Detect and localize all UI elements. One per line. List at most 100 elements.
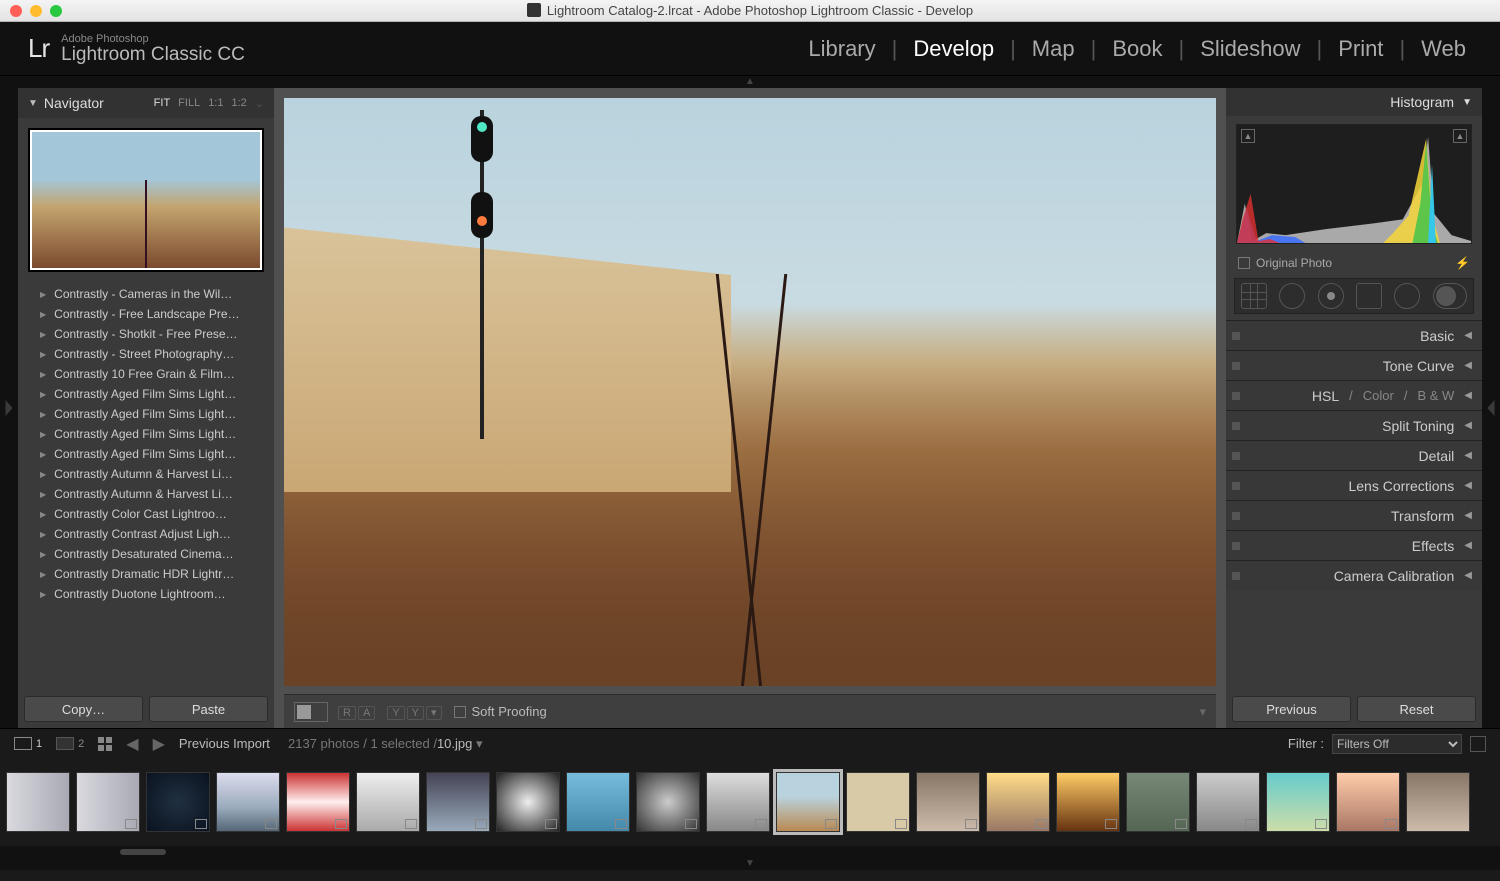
navigator-header[interactable]: ▼ Navigator FIT FILL 1:1 1:2 ⌄	[18, 88, 274, 118]
filmstrip-scrollbar[interactable]	[0, 846, 1500, 858]
panel-tone-curve[interactable]: Tone Curve◀	[1226, 350, 1482, 380]
paste-button[interactable]: Paste	[149, 696, 268, 722]
panel-effects[interactable]: Effects◀	[1226, 530, 1482, 560]
nav-back-icon[interactable]: ◀	[126, 734, 138, 754]
thumbnail-selected[interactable]	[776, 772, 840, 832]
thumbnail[interactable]	[426, 772, 490, 832]
zoom-menu-icon[interactable]: ⌄	[255, 97, 264, 110]
preset-folder[interactable]: Contrastly - Shotkit - Free Prese…	[18, 324, 274, 344]
image-canvas[interactable]	[284, 98, 1216, 686]
zoom-custom[interactable]: 1:2	[231, 97, 246, 110]
preset-folder[interactable]: Contrastly Aged Film Sims Light…	[18, 444, 274, 464]
left-panel-handle[interactable]	[0, 88, 18, 728]
preset-folder[interactable]: Contrastly Desaturated Cinema…	[18, 544, 274, 564]
module-slideshow[interactable]: Slideshow	[1194, 36, 1306, 62]
soft-proofing-toggle[interactable]: Soft Proofing	[454, 704, 547, 719]
before-after-split[interactable]: YY▾	[387, 704, 443, 719]
module-print[interactable]: Print	[1332, 36, 1389, 62]
filmstrip[interactable]	[0, 758, 1500, 846]
close-icon[interactable]	[10, 5, 22, 17]
zoom-fill[interactable]: FILL	[178, 97, 200, 110]
filter-lock-icon[interactable]	[1470, 736, 1486, 752]
preset-folder[interactable]: Contrastly - Street Photography…	[18, 344, 274, 364]
primary-display-label: 1	[36, 738, 42, 750]
checkbox-icon[interactable]	[454, 706, 466, 718]
toolbar-menu-icon[interactable]: ▾	[1199, 704, 1206, 720]
thumbnail[interactable]	[146, 772, 210, 832]
redeye-tool-icon[interactable]	[1318, 283, 1344, 309]
preset-folder[interactable]: Contrastly Aged Film Sims Light…	[18, 384, 274, 404]
panel-detail[interactable]: Detail◀	[1226, 440, 1482, 470]
thumbnail[interactable]	[636, 772, 700, 832]
right-panel-handle[interactable]	[1482, 88, 1500, 728]
histogram[interactable]: ▲ ▲	[1236, 124, 1472, 244]
preset-folder[interactable]: Contrastly Autumn & Harvest Li…	[18, 464, 274, 484]
thumbnail[interactable]	[6, 772, 70, 832]
module-develop[interactable]: Develop	[907, 36, 1000, 62]
preset-folder[interactable]: Contrastly Autumn & Harvest Li…	[18, 484, 274, 504]
panel-lens-corrections[interactable]: Lens Corrections◀	[1226, 470, 1482, 500]
zoom-1to1[interactable]: 1:1	[208, 97, 223, 110]
thumbnail[interactable]	[916, 772, 980, 832]
navigator-preview[interactable]	[18, 118, 274, 282]
preset-folder[interactable]: Contrastly Color Cast Lightroo…	[18, 504, 274, 524]
before-after-tools[interactable]: RA	[338, 704, 377, 719]
thumbnail[interactable]	[986, 772, 1050, 832]
thumbnail[interactable]	[1126, 772, 1190, 832]
filter-select[interactable]: Filters Off	[1332, 734, 1462, 754]
top-panel-expander[interactable]	[0, 76, 1500, 88]
thumbnail[interactable]	[1056, 772, 1120, 832]
radial-filter-icon[interactable]	[1394, 283, 1420, 309]
thumbnail[interactable]	[566, 772, 630, 832]
thumbnail[interactable]	[1406, 772, 1470, 832]
panel-split-toning[interactable]: Split Toning◀	[1226, 410, 1482, 440]
module-book[interactable]: Book	[1106, 36, 1168, 62]
bottom-panel-expander[interactable]	[0, 858, 1500, 870]
panel-basic[interactable]: Basic◀	[1226, 320, 1482, 350]
thumbnail[interactable]	[286, 772, 350, 832]
graduated-filter-icon[interactable]	[1356, 283, 1382, 309]
filmstrip-source-info[interactable]: Previous Import 2137 photos / 1 selected…	[179, 736, 483, 752]
preset-folder[interactable]: Contrastly - Cameras in the Wil…	[18, 284, 274, 304]
preset-folder[interactable]: Contrastly Aged Film Sims Light…	[18, 424, 274, 444]
module-map[interactable]: Map	[1026, 36, 1081, 62]
panel-camera-calibration[interactable]: Camera Calibration◀	[1226, 560, 1482, 590]
preset-folder[interactable]: Contrastly Duotone Lightroom…	[18, 584, 274, 604]
thumbnail[interactable]	[76, 772, 140, 832]
nav-forward-icon[interactable]: ▶	[153, 734, 165, 754]
navigator-image[interactable]	[30, 130, 262, 270]
zoom-fit[interactable]: FIT	[154, 97, 171, 110]
spot-tool-icon[interactable]	[1279, 283, 1305, 309]
module-library[interactable]: Library	[802, 36, 881, 62]
photo-preview[interactable]	[284, 98, 1216, 686]
thumbnail[interactable]	[1196, 772, 1260, 832]
thumbnail[interactable]	[356, 772, 420, 832]
reset-button[interactable]: Reset	[1357, 696, 1476, 722]
thumbnail[interactable]	[216, 772, 280, 832]
checkbox-icon[interactable]	[1238, 257, 1250, 269]
primary-display-icon[interactable]	[14, 737, 32, 750]
preset-folder[interactable]: Contrastly 10 Free Grain & Film…	[18, 364, 274, 384]
thumbnail[interactable]	[496, 772, 560, 832]
histogram-header[interactable]: Histogram ▼	[1226, 88, 1482, 116]
preset-folder[interactable]: Contrastly - Free Landscape Pre…	[18, 304, 274, 324]
maximize-icon[interactable]	[50, 5, 62, 17]
loupe-view-icon[interactable]	[294, 702, 328, 722]
crop-tool-icon[interactable]	[1241, 283, 1267, 309]
module-web[interactable]: Web	[1415, 36, 1472, 62]
preset-folder[interactable]: Contrastly Aged Film Sims Light…	[18, 404, 274, 424]
panel-transform[interactable]: Transform◀	[1226, 500, 1482, 530]
thumbnail[interactable]	[1266, 772, 1330, 832]
preset-folder[interactable]: Contrastly Contrast Adjust Ligh…	[18, 524, 274, 544]
thumbnail[interactable]	[706, 772, 770, 832]
panel-hsl[interactable]: HSL/ Color/ B & W◀	[1226, 380, 1482, 410]
thumbnail[interactable]	[846, 772, 910, 832]
minimize-icon[interactable]	[30, 5, 42, 17]
thumbnail[interactable]	[1336, 772, 1400, 832]
brush-tool-icon[interactable]	[1433, 283, 1467, 309]
copy-button[interactable]: Copy…	[24, 696, 143, 722]
grid-view-icon[interactable]	[98, 737, 112, 751]
preset-folder[interactable]: Contrastly Dramatic HDR Lightr…	[18, 564, 274, 584]
previous-button[interactable]: Previous	[1232, 696, 1351, 722]
secondary-display-icon[interactable]	[56, 737, 74, 750]
